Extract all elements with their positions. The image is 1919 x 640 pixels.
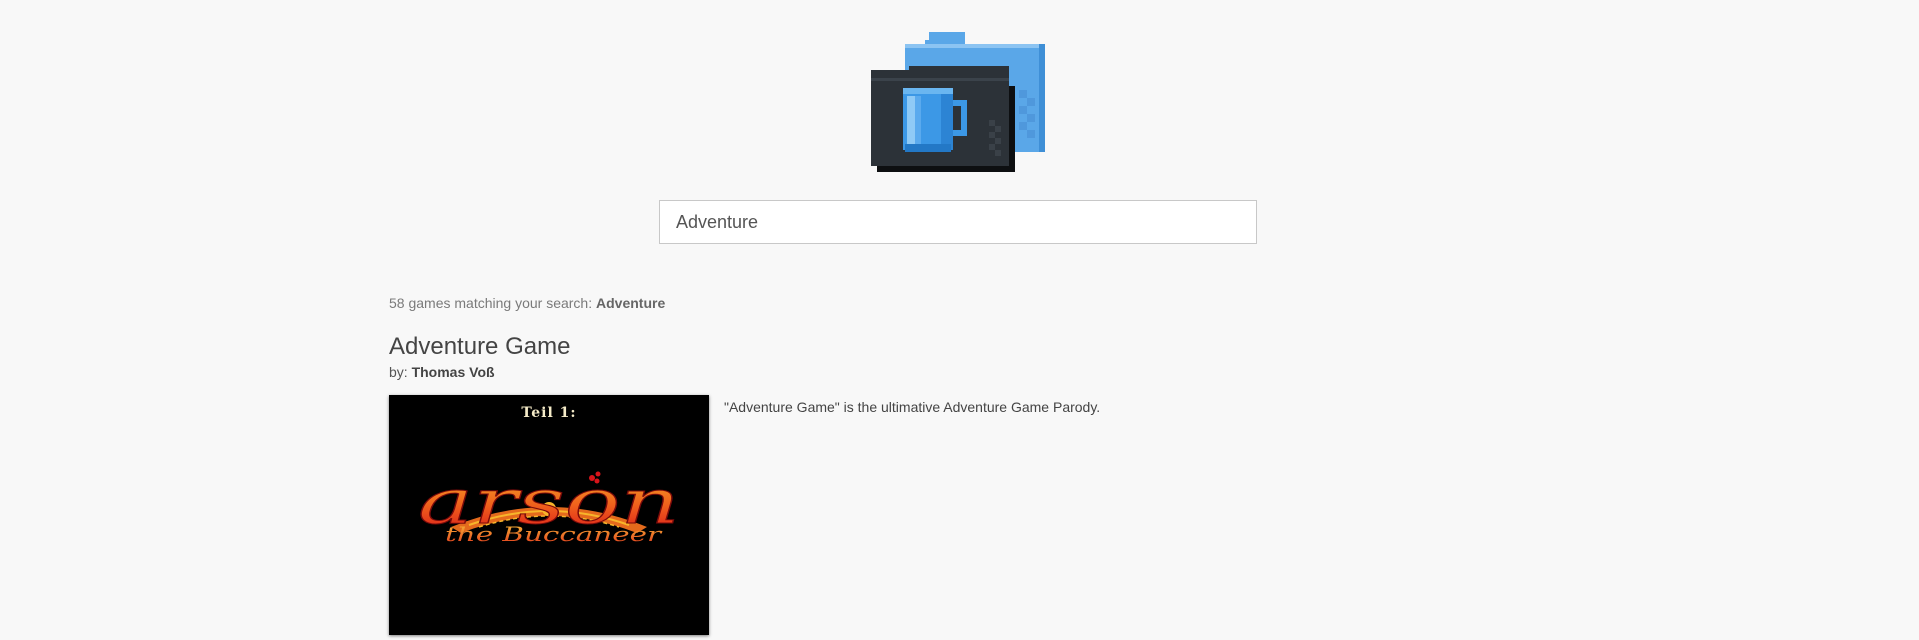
results-summary-text: 58 games matching your search: xyxy=(389,295,593,311)
author-label: by: xyxy=(389,364,408,380)
author-name[interactable]: Thomas Voß xyxy=(412,364,495,380)
game-title-link[interactable]: Adventure Game xyxy=(389,333,570,361)
game-description: "Adventure Game" is the ultimative Adven… xyxy=(724,399,1101,415)
thumbnail-art: Teil 1: arson the Buccaneer xyxy=(389,395,709,635)
page: 58 games matching your search: Adventure… xyxy=(0,0,1919,640)
search-input[interactable] xyxy=(659,200,1257,244)
folder-mug-icon xyxy=(871,32,1045,172)
thumbnail-heading: Teil 1: xyxy=(521,405,576,421)
game-thumbnail[interactable]: Teil 1: arson the Buccaneer xyxy=(389,395,709,635)
results-query: Adventure xyxy=(596,295,666,311)
thumbnail-logo-subtitle: the Buccaneer xyxy=(445,522,663,546)
site-logo[interactable] xyxy=(869,30,1047,172)
game-author: by: Thomas Voß xyxy=(389,364,495,380)
results-summary: 58 games matching your search: Adventure xyxy=(389,295,665,311)
